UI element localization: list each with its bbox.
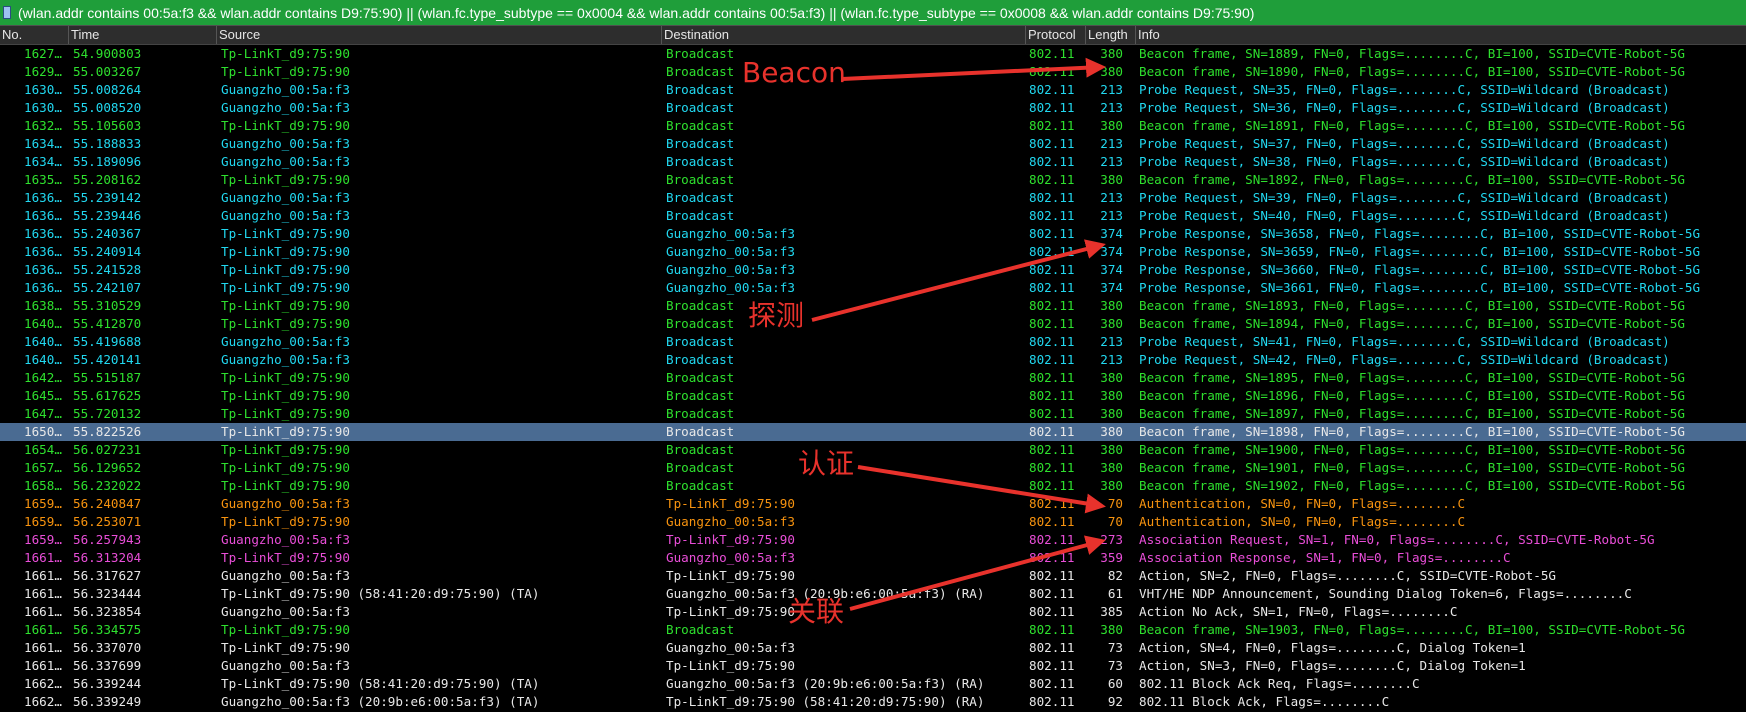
annotation-arrows (811, 57, 1106, 611)
beacon-arrow (841, 57, 1106, 81)
annotation-probe-label: 探测 (748, 299, 805, 332)
annotation-assoc-label: 关联 (788, 595, 845, 628)
auth-arrow (857, 465, 1106, 514)
annotation-beacon-label: Beacon (742, 56, 846, 89)
assoc-arrow (849, 535, 1106, 611)
probe-arrow (811, 239, 1106, 322)
annotation-auth-label: 认证 (798, 447, 855, 480)
